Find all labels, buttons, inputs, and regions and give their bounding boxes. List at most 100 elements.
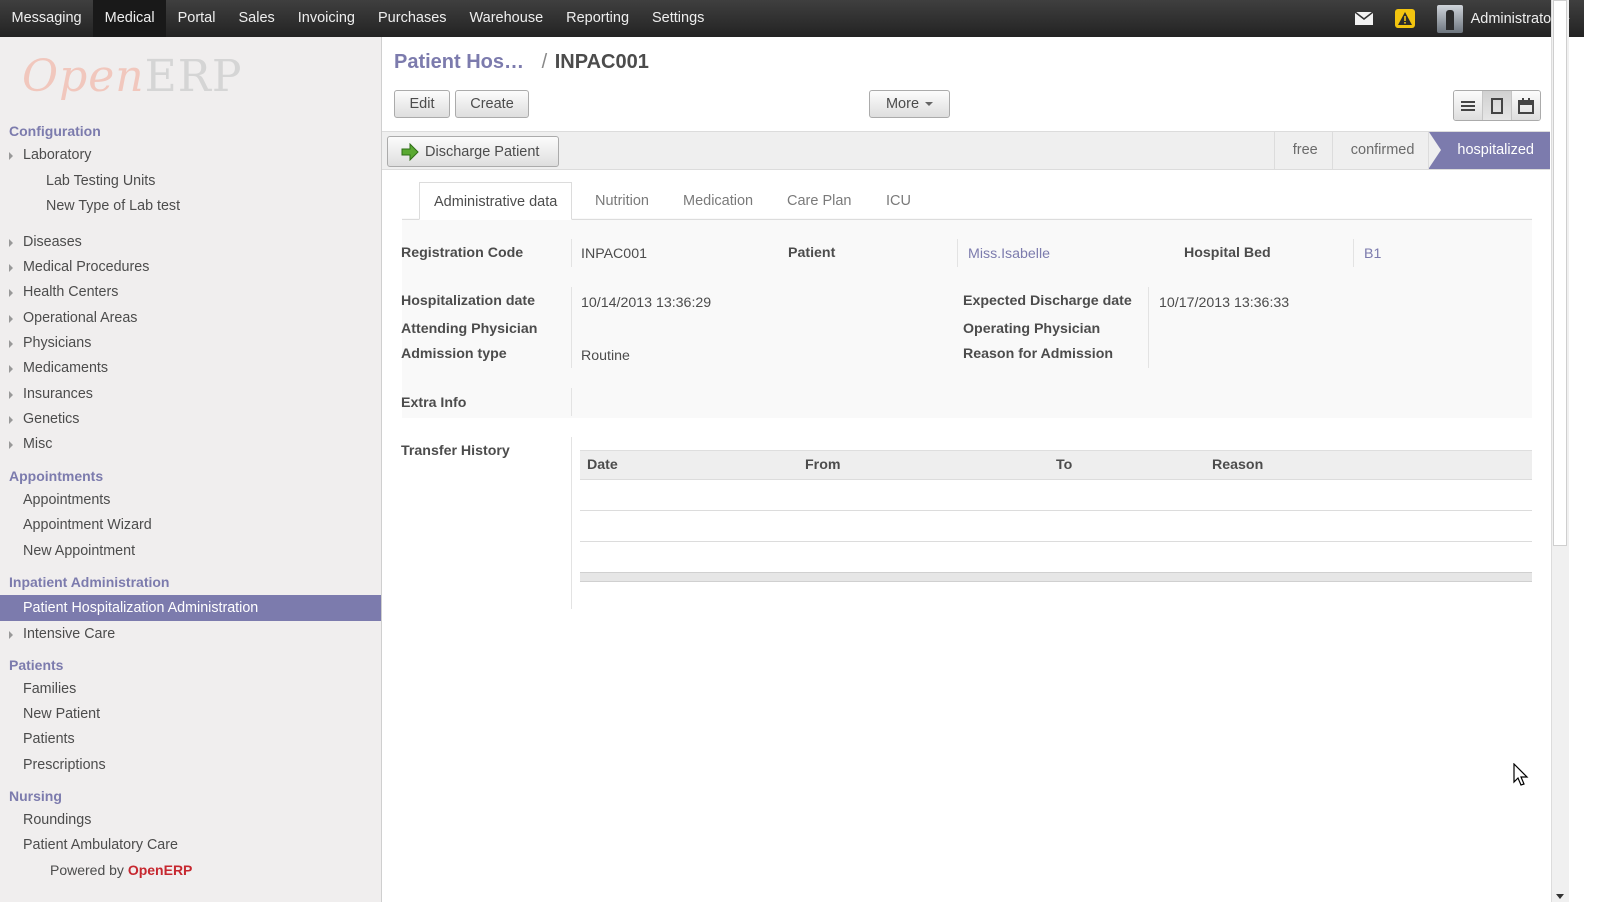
top-menu-settings[interactable]: Settings: [641, 0, 716, 37]
expected-discharge-date-value[interactable]: 10/17/2013 13:36:33: [1159, 295, 1289, 311]
sidebar-item-misc[interactable]: Misc: [23, 436, 52, 452]
hospitalization-date-value[interactable]: 10/14/2013 13:36:29: [581, 295, 711, 311]
sidebar-item-operational-areas[interactable]: Operational Areas: [23, 310, 137, 326]
logo-open-text: Open: [22, 51, 145, 102]
column-header-date[interactable]: Date: [587, 451, 618, 479]
more-button[interactable]: More: [869, 90, 950, 118]
expand-triangle-icon[interactable]: [9, 416, 13, 424]
list-view-button[interactable]: [1454, 91, 1483, 120]
powered-by-brand[interactable]: OpenERP: [128, 862, 193, 878]
attending-physician-label: Attending Physician: [401, 321, 538, 337]
arrow-right-icon: [401, 143, 419, 161]
tab-nutrition[interactable]: Nutrition: [595, 182, 649, 218]
powered-by: Powered by OpenERP: [50, 862, 192, 878]
edit-button[interactable]: Edit: [394, 90, 450, 118]
sidebar-item-families[interactable]: Families: [23, 681, 76, 697]
patient-link[interactable]: Miss.Isabelle: [968, 246, 1050, 262]
tab-medication[interactable]: Medication: [683, 182, 753, 218]
hospital-bed-label: Hospital Bed: [1184, 245, 1271, 261]
tab-care-plan[interactable]: Care Plan: [787, 182, 851, 218]
tab-administrative-data[interactable]: Administrative data: [419, 182, 573, 220]
sidebar-item-label: Patient Hospitalization Administration: [23, 600, 259, 616]
mail-icon[interactable]: [1354, 12, 1373, 25]
stage-free[interactable]: free: [1273, 132, 1332, 169]
top-menu-invoicing[interactable]: Invoicing: [286, 0, 366, 37]
sidebar-item-intensive-care[interactable]: Intensive Care: [23, 626, 115, 642]
section-configuration: Configuration: [9, 123, 101, 139]
discharge-patient-label: Discharge Patient: [425, 144, 540, 160]
top-menu-messaging[interactable]: Messaging: [0, 0, 93, 37]
field-divider: [571, 239, 572, 267]
column-header-to[interactable]: To: [1056, 451, 1072, 479]
expand-triangle-icon[interactable]: [9, 289, 13, 297]
patient-label: Patient: [788, 245, 836, 261]
hospital-bed-link[interactable]: B1: [1364, 246, 1381, 262]
expand-triangle-icon[interactable]: [9, 365, 13, 373]
registration-code-value[interactable]: INPAC001: [581, 246, 647, 262]
openerp-logo[interactable]: OpenERP: [22, 51, 241, 103]
top-menu-warehouse[interactable]: Warehouse: [458, 0, 555, 37]
expand-triangle-icon[interactable]: [9, 152, 13, 160]
sidebar-item-medical-procedures[interactable]: Medical Procedures: [23, 259, 149, 275]
status-stages: free confirmed hospitalized: [1273, 132, 1550, 169]
stage-confirmed[interactable]: confirmed: [1331, 132, 1429, 169]
top-menu-purchases[interactable]: Purchases: [367, 0, 459, 37]
sidebar-item-new-appointment[interactable]: New Appointment: [23, 543, 135, 559]
status-bar: Discharge Patient free confirmed hospita…: [382, 131, 1550, 170]
expand-triangle-icon[interactable]: [9, 340, 13, 348]
breadcrumb-separator: /: [541, 51, 548, 73]
tab-icu[interactable]: ICU: [886, 182, 911, 218]
breadcrumb-parent[interactable]: Patient Hos…: [394, 51, 524, 73]
sidebar-item-patients[interactable]: Patients: [23, 731, 75, 747]
sidebar-item-genetics[interactable]: Genetics: [23, 411, 79, 427]
section-patients: Patients: [9, 657, 64, 673]
sidebar-item-medicaments[interactable]: Medicaments: [23, 360, 108, 376]
extra-info-label: Extra Info: [401, 395, 467, 411]
transfer-history-table: Date From To Reason: [580, 450, 1532, 582]
expand-triangle-icon[interactable]: [9, 391, 13, 399]
calendar-view-button[interactable]: [1512, 91, 1540, 120]
form-view-button[interactable]: [1483, 91, 1512, 120]
expand-triangle-icon[interactable]: [9, 239, 13, 247]
scrollbar-thumb[interactable]: [1553, 0, 1567, 546]
sidebar-item-appointments[interactable]: Appointments: [23, 492, 110, 508]
expand-triangle-icon[interactable]: [9, 315, 13, 323]
sidebar-item-laboratory[interactable]: Laboratory: [23, 147, 91, 163]
sidebar-item-insurances[interactable]: Insurances: [23, 386, 93, 402]
top-menu-medical[interactable]: Medical: [93, 0, 167, 37]
discharge-patient-button[interactable]: Discharge Patient: [387, 136, 559, 167]
admission-type-value[interactable]: Routine: [581, 348, 630, 364]
sidebar-item-new-patient[interactable]: New Patient: [23, 706, 100, 722]
table-footer: [580, 572, 1532, 582]
column-header-reason[interactable]: Reason: [1212, 451, 1263, 479]
sidebar-item-physicians[interactable]: Physicians: [23, 335, 91, 351]
sidebar-item-diseases[interactable]: Diseases: [23, 234, 82, 250]
user-name[interactable]: Administrator: [1471, 11, 1556, 27]
sidebar-item-lab-testing-units[interactable]: Lab Testing Units: [46, 173, 155, 189]
top-menu-reporting[interactable]: Reporting: [555, 0, 641, 37]
page-scrollbar[interactable]: [1551, 0, 1569, 902]
expand-triangle-icon[interactable]: [9, 264, 13, 272]
sidebar-item-prescriptions[interactable]: Prescriptions: [23, 757, 106, 773]
sidebar-item-roundings[interactable]: Roundings: [23, 812, 91, 828]
table-header: Date From To Reason: [580, 450, 1532, 480]
sidebar-item-new-type-lab-test[interactable]: New Type of Lab test: [46, 198, 180, 214]
expand-triangle-icon[interactable]: [9, 631, 13, 639]
scroll-down-arrow-icon[interactable]: [1556, 894, 1564, 899]
view-switcher: [1453, 90, 1541, 121]
sidebar-item-patient-hospitalization-administration[interactable]: Patient Hospitalization Administration: [0, 595, 381, 621]
sidebar-item-health-centers[interactable]: Health Centers: [23, 284, 118, 300]
stage-hospitalized[interactable]: hospitalized: [1428, 132, 1550, 169]
breadcrumb-current: INPAC001: [554, 51, 649, 73]
column-header-from[interactable]: From: [805, 451, 840, 479]
expand-triangle-icon[interactable]: [9, 441, 13, 449]
powered-by-text: Powered by: [50, 862, 124, 878]
top-menu-sales[interactable]: Sales: [227, 0, 286, 37]
top-menu-portal[interactable]: Portal: [166, 0, 227, 37]
warning-icon[interactable]: [1394, 9, 1415, 28]
create-button[interactable]: Create: [455, 90, 529, 118]
sidebar-item-patient-ambulatory-care[interactable]: Patient Ambulatory Care: [23, 837, 178, 853]
user-avatar[interactable]: [1436, 4, 1463, 33]
sidebar-item-appointment-wizard[interactable]: Appointment Wizard: [23, 517, 152, 533]
logo-erp-text: ERP: [144, 51, 243, 102]
